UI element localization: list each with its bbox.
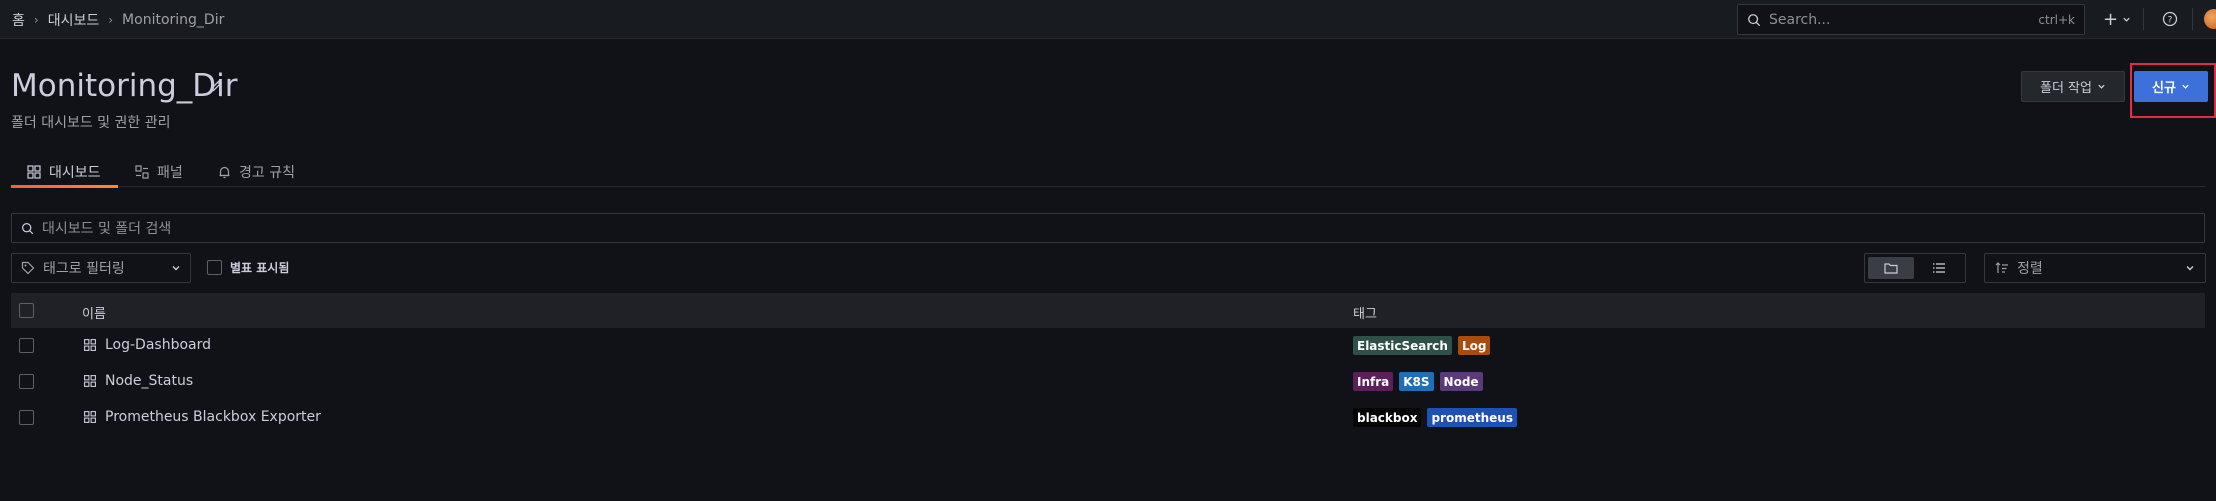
search-input[interactable]: Search... ctrl+k xyxy=(1737,4,2085,35)
divider xyxy=(2192,8,2193,30)
tab-panels[interactable]: 패널 xyxy=(135,157,183,187)
tag-badge[interactable]: prometheus xyxy=(1427,408,1517,427)
table-row[interactable]: Node_Status Infra K8S Node xyxy=(11,364,2205,400)
tab-label: 경고 규칙 xyxy=(239,165,295,181)
tag-badge[interactable]: Log xyxy=(1457,336,1491,355)
tag-filter-placeholder: 태그로 필터링 xyxy=(43,261,125,277)
dashboard-link[interactable]: Log-Dashboard xyxy=(105,337,211,353)
bell-icon xyxy=(219,166,230,179)
tag-badge[interactable]: ElasticSearch xyxy=(1353,336,1452,355)
tag-badge[interactable]: Infra xyxy=(1353,372,1394,391)
starred-checkbox[interactable] xyxy=(207,260,222,275)
starred-label: 별표 표시됨 xyxy=(230,261,290,275)
column-header-tags: 태그 xyxy=(1353,307,1377,322)
apps-icon xyxy=(84,339,96,351)
avatar[interactable] xyxy=(2204,9,2216,29)
folder-icon xyxy=(1884,263,1898,274)
tag-badge[interactable]: Node xyxy=(1439,372,1483,391)
chevron-down-icon xyxy=(172,266,180,271)
select-all-checkbox[interactable] xyxy=(19,303,34,318)
search-icon xyxy=(22,222,34,234)
folder-actions-label: 폴더 작업 xyxy=(2040,81,2092,96)
page-title: Monitoring_Dir xyxy=(11,68,238,104)
breadcrumb-current: Monitoring_Dir xyxy=(122,12,225,28)
top-bar: 홈 › 대시보드 › Monitoring_Dir Search... ctrl… xyxy=(0,0,2216,39)
row-checkbox[interactable] xyxy=(19,374,34,389)
view-toggle xyxy=(1864,253,1966,283)
row-checkbox[interactable] xyxy=(19,410,34,425)
starred-filter[interactable]: 별표 표시됨 xyxy=(207,259,289,276)
breadcrumb: 홈 › 대시보드 › Monitoring_Dir xyxy=(12,10,224,30)
sort-placeholder: 정렬 xyxy=(2017,261,2043,277)
tab-label: 패널 xyxy=(157,165,183,181)
tab-label: 대시보드 xyxy=(49,165,101,181)
help-button[interactable]: ? xyxy=(2158,8,2182,30)
apps-icon xyxy=(84,375,96,387)
add-button[interactable]: + xyxy=(2100,8,2134,30)
apps-icon xyxy=(27,165,41,179)
breadcrumb-dashboards[interactable]: 대시보드 xyxy=(48,10,100,30)
divider xyxy=(2143,8,2144,30)
search-shortcut: ctrl+k xyxy=(2038,12,2075,27)
tag-list: ElasticSearch Log xyxy=(1353,336,1491,355)
sort-select[interactable]: 정렬 xyxy=(1984,253,2206,283)
chevron-right-icon: › xyxy=(108,13,114,27)
new-button[interactable]: 신규 xyxy=(2134,71,2208,102)
tag-filter-select[interactable]: 태그로 필터링 xyxy=(11,253,191,283)
pencil-icon xyxy=(210,80,222,92)
chevron-right-icon: › xyxy=(33,13,39,27)
tag-list: blackbox prometheus xyxy=(1353,408,1517,427)
column-header-name: 이름 xyxy=(82,307,106,322)
table-row[interactable]: Log-Dashboard ElasticSearch Log xyxy=(11,328,2205,364)
tab-bar: 대시보드 패널 경고 규칙 xyxy=(11,152,2205,188)
folder-view-button[interactable] xyxy=(1868,257,1914,279)
edit-title-button[interactable] xyxy=(208,78,224,98)
page-subtitle: 폴더 대시보드 및 권한 관리 xyxy=(11,115,171,131)
dashboard-link[interactable]: Node_Status xyxy=(105,373,193,389)
dashboard-search-input[interactable]: 대시보드 및 폴더 검색 xyxy=(11,213,2205,243)
tab-dashboards[interactable]: 대시보드 xyxy=(11,157,118,188)
tag-icon xyxy=(21,261,35,275)
tab-alert-rules[interactable]: 경고 규칙 xyxy=(218,157,295,187)
table-header: 이름 태그 xyxy=(11,293,2205,328)
chevron-down-icon xyxy=(2123,17,2130,22)
sort-icon xyxy=(1995,262,2008,273)
help-icon: ? xyxy=(2162,11,2178,27)
tag-list: Infra K8S Node xyxy=(1353,372,1483,391)
svg-text:?: ? xyxy=(2168,16,2173,26)
search-placeholder: Search... xyxy=(1769,11,1831,28)
apps-icon xyxy=(84,411,96,423)
library-panel-icon xyxy=(135,165,149,179)
chevron-down-icon xyxy=(2098,84,2105,89)
new-button-label: 신규 xyxy=(2152,81,2176,96)
table-row[interactable]: Prometheus Blackbox Exporter blackbox pr… xyxy=(11,400,2205,436)
folder-actions-button[interactable]: 폴더 작업 xyxy=(2021,71,2125,102)
search-icon xyxy=(1748,13,1761,26)
search-placeholder: 대시보드 및 폴더 검색 xyxy=(42,221,172,237)
row-checkbox[interactable] xyxy=(19,338,34,353)
tag-badge[interactable]: K8S xyxy=(1399,372,1434,391)
tag-badge[interactable]: blackbox xyxy=(1353,408,1422,427)
plus-icon: + xyxy=(2102,8,2119,30)
chevron-down-icon xyxy=(2182,84,2189,89)
chevron-down-icon xyxy=(2186,266,2194,271)
list-view-button[interactable] xyxy=(1916,257,1962,279)
list-icon xyxy=(1933,263,1945,273)
dashboard-link[interactable]: Prometheus Blackbox Exporter xyxy=(105,409,321,425)
breadcrumb-home[interactable]: 홈 xyxy=(12,10,25,30)
